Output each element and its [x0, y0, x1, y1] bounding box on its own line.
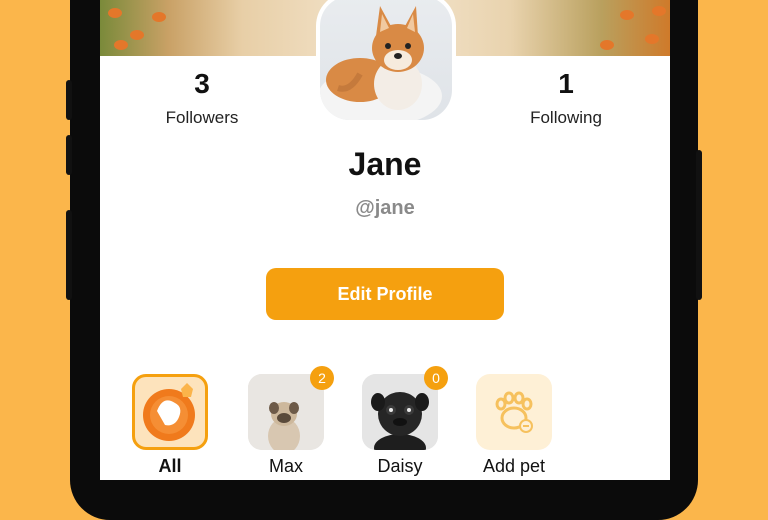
profile-handle: @jane — [355, 197, 415, 219]
volume-up-button — [66, 80, 72, 120]
pet-label-daisy: Daisy — [377, 456, 423, 476]
avatar-photo — [320, 0, 452, 120]
pet-label-add: Add pet — [482, 456, 546, 476]
pet-item-all[interactable]: All — [132, 374, 208, 477]
profile-avatar[interactable] — [316, 0, 456, 124]
followers-label: Followers — [165, 108, 239, 127]
pet-label-max: Max — [268, 456, 303, 476]
power-button — [696, 150, 702, 300]
following-count: 1 — [558, 68, 574, 99]
following-stat[interactable]: 1 Following — [506, 68, 626, 128]
following-label: Following — [530, 108, 602, 127]
profile-name: Jane — [348, 146, 422, 182]
pet-item-add[interactable]: Add pet — [476, 374, 552, 477]
pet-item-daisy[interactable]: 0 Daisy — [362, 366, 448, 477]
pet-label-all: All — [158, 456, 182, 476]
all-pets-icon — [143, 383, 195, 441]
followers-stat[interactable]: 3 Followers — [142, 68, 262, 128]
edit-profile-button[interactable]: Edit Profile — [266, 268, 504, 320]
pet-tile-all — [132, 374, 208, 450]
mute-switch — [66, 210, 72, 300]
pet-badge-daisy: 0 — [424, 366, 448, 390]
shiba-dog-image — [320, 6, 442, 120]
pet-item-max[interactable]: 2 Max — [248, 366, 334, 477]
add-pet-tile — [476, 374, 552, 450]
volume-down-button — [66, 135, 72, 175]
followers-count: 3 — [194, 68, 210, 99]
profile-screen: 3 Followers 1 Following Jane @jane Edit … — [100, 0, 670, 480]
pet-badge-max: 2 — [310, 366, 334, 390]
paw-plus-icon — [495, 391, 533, 433]
